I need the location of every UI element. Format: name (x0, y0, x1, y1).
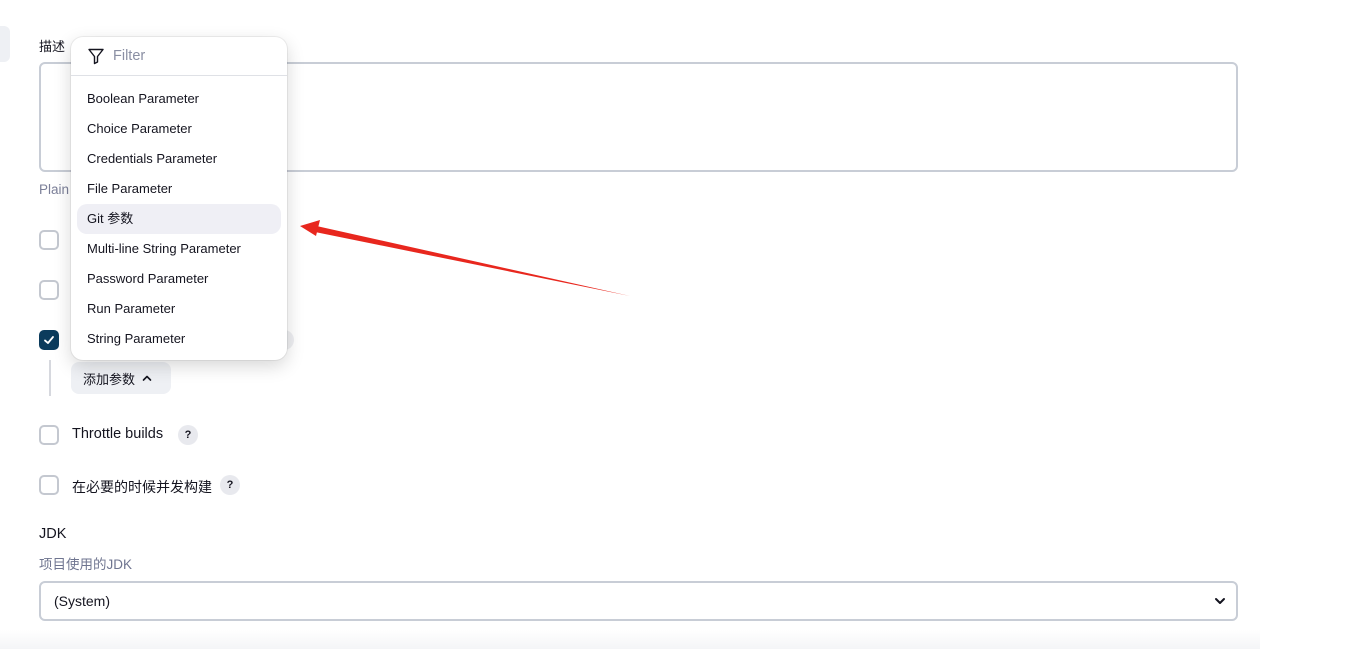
add-parameter-button[interactable]: 添加参数 (71, 362, 171, 394)
throttle-builds-checkbox[interactable] (39, 425, 59, 445)
menu-item-multiline-string-parameter[interactable]: Multi-line String Parameter (77, 234, 281, 264)
chevron-down-icon (1215, 598, 1225, 604)
menu-item-boolean-parameter[interactable]: Boolean Parameter (77, 84, 281, 114)
menu-item-password-parameter[interactable]: Password Parameter (77, 264, 281, 294)
menu-item-credentials-parameter[interactable]: Credentials Parameter (77, 144, 281, 174)
concurrent-builds-label: 在必要的时候并发构建 (72, 479, 212, 495)
option-checkbox-1[interactable] (39, 230, 59, 250)
menu-item-string-parameter[interactable]: String Parameter (77, 324, 281, 354)
jdk-subtitle: 项目使用的JDK (39, 557, 133, 572)
concurrent-builds-help-button[interactable]: ? (220, 475, 240, 495)
menu-list: Boolean Parameter Choice Parameter Crede… (77, 84, 281, 354)
parameterized-checkbox[interactable] (39, 330, 59, 350)
add-parameter-menu: Filter Boolean Parameter Choice Paramete… (71, 37, 287, 360)
add-parameter-label: 添加参数 (83, 371, 136, 387)
throttle-builds-help-button[interactable]: ? (178, 425, 198, 445)
jdk-selected-value: (System) (54, 593, 110, 609)
jdk-select[interactable]: (System) (39, 581, 1238, 621)
bottom-bar-shadow (0, 630, 1260, 649)
chevron-up-icon (142, 375, 152, 381)
option-checkbox-2[interactable] (39, 280, 59, 300)
side-tab-edge (0, 26, 10, 62)
checkmark-icon (44, 336, 54, 344)
menu-item-git-parameter[interactable]: Git 参数 (77, 204, 281, 234)
menu-item-choice-parameter[interactable]: Choice Parameter (77, 114, 281, 144)
plain-text-link[interactable]: Plain (39, 182, 69, 197)
concurrent-builds-checkbox[interactable] (39, 475, 59, 495)
parameters-section-line (49, 360, 51, 396)
filter-icon (88, 48, 104, 65)
jdk-title: JDK (39, 526, 67, 542)
menu-filter-input[interactable]: Filter (71, 37, 287, 76)
menu-item-run-parameter[interactable]: Run Parameter (77, 294, 281, 324)
description-label: 描述 (39, 39, 66, 54)
throttle-builds-label: Throttle builds (72, 426, 164, 442)
filter-placeholder: Filter (113, 48, 146, 64)
menu-item-file-parameter[interactable]: File Parameter (77, 174, 281, 204)
